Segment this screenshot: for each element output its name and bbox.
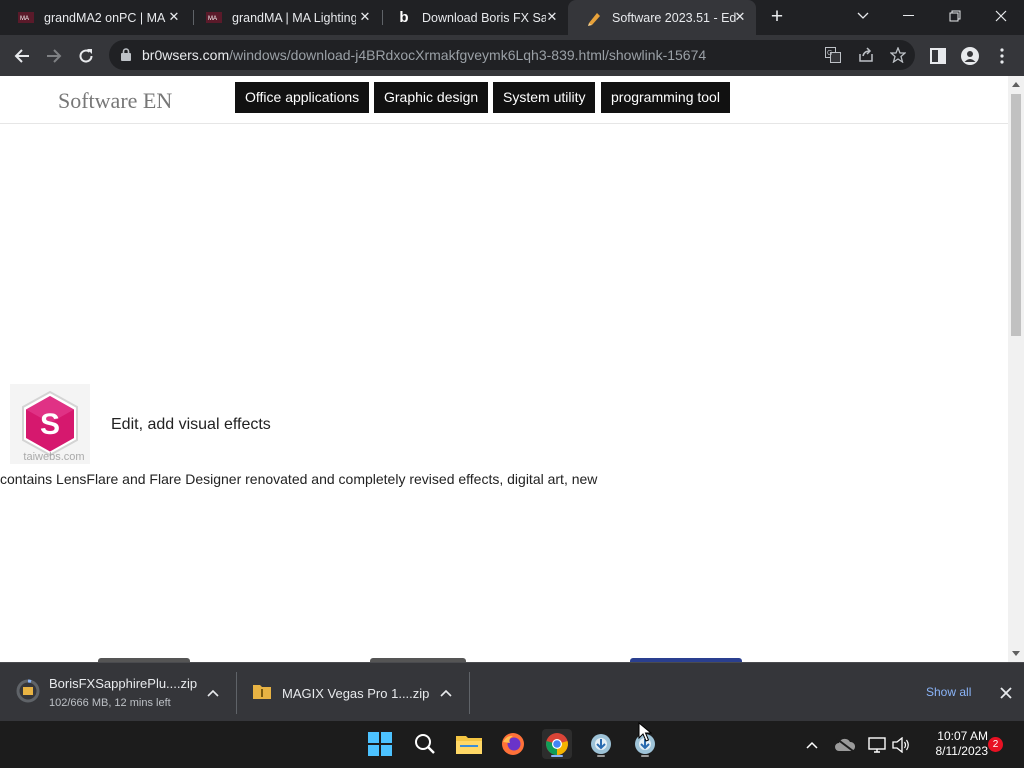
download-filename: BorisFXSapphirePlu....zip bbox=[49, 676, 198, 691]
logo-letter: S bbox=[40, 408, 60, 441]
ma-lighting-icon: MA bbox=[206, 10, 222, 26]
lead-text: Edit, add visual effects bbox=[111, 416, 271, 433]
firefox-icon[interactable] bbox=[498, 729, 528, 759]
description-text: contains LensFlare and Flare Designer re… bbox=[0, 471, 598, 487]
web-page: Software EN Office applications Graphic … bbox=[0, 76, 1008, 662]
mouse-cursor-icon bbox=[638, 722, 652, 742]
download-status: 102/666 MB, 12 mins left bbox=[49, 697, 171, 709]
chevron-up-icon[interactable] bbox=[206, 686, 220, 700]
window-close-icon[interactable] bbox=[978, 0, 1024, 32]
browser-toolbar: br0wsers.com/windows/download-j4BRdxocXr… bbox=[0, 35, 1024, 76]
translate-icon[interactable]: G bbox=[825, 47, 841, 68]
download-item[interactable]: MAGIX Vegas Pro 1....zip bbox=[237, 663, 469, 722]
tab-title: grandMA | MA Lighting bbox=[232, 10, 356, 25]
letter-b-icon: b bbox=[399, 9, 409, 26]
tab-title: Software 2023.51 - Edi bbox=[612, 10, 736, 25]
pencil-icon bbox=[586, 10, 602, 26]
scroll-down-icon bbox=[1012, 651, 1020, 656]
close-icon[interactable]: ✕ bbox=[544, 9, 560, 25]
ma-lighting-icon: MA bbox=[18, 10, 34, 26]
menu-kebab-icon[interactable] bbox=[988, 42, 1016, 70]
tab-search-chevron-icon[interactable] bbox=[840, 0, 886, 32]
nav-system-utility[interactable]: System utility bbox=[493, 82, 596, 113]
tab-grandma2[interactable]: MA grandMA2 onPC | MA l ✕ bbox=[0, 0, 190, 35]
clock-time: 10:07 AM bbox=[937, 729, 988, 743]
close-icon[interactable]: ✕ bbox=[732, 9, 748, 25]
onedrive-cloud-icon[interactable] bbox=[834, 721, 856, 768]
tab-title: grandMA2 onPC | MA l bbox=[44, 10, 168, 25]
installer-app-icon[interactable] bbox=[586, 729, 616, 759]
site-brand-link[interactable]: Software EN bbox=[58, 88, 172, 114]
svg-text:MA: MA bbox=[208, 16, 217, 22]
zip-folder-icon bbox=[253, 683, 271, 704]
nav-graphic-design[interactable]: Graphic design bbox=[374, 82, 489, 113]
tab-grandma-lighting[interactable]: MA grandMA | MA Lighting ✕ bbox=[188, 0, 381, 35]
download-filename: MAGIX Vegas Pro 1....zip bbox=[282, 686, 430, 701]
profile-icon[interactable] bbox=[956, 42, 984, 70]
system-clock[interactable]: 10:07 AM 8/11/2023 bbox=[918, 729, 989, 759]
bookmark-star-icon[interactable] bbox=[889, 46, 907, 68]
url-text[interactable]: br0wsers.com/windows/download-j4BRdxocXr… bbox=[142, 47, 706, 63]
windows-start-icon[interactable] bbox=[365, 729, 395, 759]
side-panel-icon[interactable] bbox=[924, 42, 952, 70]
tray-overflow-chevron-icon[interactable] bbox=[802, 721, 822, 768]
scrollbar-thumb[interactable] bbox=[1011, 94, 1021, 336]
scroll-up-icon bbox=[1012, 82, 1020, 87]
file-explorer-icon[interactable] bbox=[454, 729, 484, 759]
tab-download-boris[interactable]: b Download Boris FX Sap ✕ bbox=[378, 0, 568, 35]
sapphire-logo-image: S taiwebs.com bbox=[10, 384, 90, 464]
back-arrow-icon[interactable] bbox=[8, 42, 36, 70]
zip-progress-icon bbox=[16, 679, 40, 708]
close-icon[interactable]: ✕ bbox=[166, 9, 182, 25]
clock-date: 8/11/2023 bbox=[935, 744, 989, 758]
shelf-separator bbox=[469, 672, 470, 714]
lock-icon[interactable] bbox=[121, 48, 131, 66]
nav-programming-tool[interactable]: programming tool bbox=[601, 82, 730, 113]
new-tab-button[interactable]: + bbox=[766, 6, 788, 28]
volume-icon[interactable] bbox=[890, 721, 912, 768]
network-icon[interactable] bbox=[866, 721, 888, 768]
search-icon[interactable] bbox=[410, 729, 440, 759]
download-item[interactable]: BorisFXSapphirePlu....zip 102/666 MB, 12… bbox=[0, 663, 236, 722]
chrome-icon[interactable] bbox=[542, 729, 572, 759]
close-icon[interactable] bbox=[997, 684, 1015, 702]
page-scrollbar[interactable] bbox=[1008, 76, 1024, 662]
reload-icon[interactable] bbox=[72, 42, 100, 70]
tab-software-active[interactable]: Software 2023.51 - Edi ✕ bbox=[568, 0, 756, 35]
download-shelf: BorisFXSapphirePlu....zip 102/666 MB, 12… bbox=[0, 662, 1024, 721]
nav-office-applications[interactable]: Office applications bbox=[235, 82, 370, 113]
taskbar: 10:07 AM 8/11/2023 bbox=[0, 721, 1024, 768]
notification-badge[interactable]: 2 bbox=[988, 737, 1003, 752]
restore-icon[interactable] bbox=[932, 0, 978, 32]
close-icon[interactable]: ✕ bbox=[357, 9, 373, 25]
forward-arrow-icon[interactable] bbox=[40, 42, 68, 70]
tab-strip: MA grandMA2 onPC | MA l ✕ MA grandMA | M… bbox=[0, 0, 1024, 35]
minimize-icon[interactable] bbox=[886, 0, 932, 32]
address-bar[interactable]: br0wsers.com/windows/download-j4BRdxocXr… bbox=[109, 40, 915, 70]
share-icon[interactable] bbox=[858, 47, 874, 68]
svg-text:MA: MA bbox=[20, 16, 29, 22]
show-all-downloads-link[interactable]: Show all bbox=[926, 685, 971, 699]
svg-text:G: G bbox=[827, 50, 832, 57]
chevron-up-icon[interactable] bbox=[439, 686, 453, 700]
site-header: Software EN Office applications Graphic … bbox=[0, 76, 1008, 124]
logo-watermark: taiwebs.com bbox=[23, 451, 84, 463]
tab-title: Download Boris FX Sap bbox=[422, 10, 546, 25]
